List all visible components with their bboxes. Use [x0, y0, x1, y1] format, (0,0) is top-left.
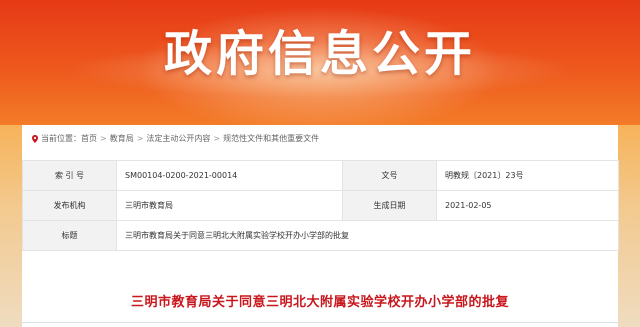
index-number-label: 索 引 号	[22, 160, 117, 191]
table-row: 索 引 号 SM00104-0200-2021-00014 文号 明教规〔202…	[22, 160, 619, 191]
document-info-table: 索 引 号 SM00104-0200-2021-00014 文号 明教规〔202…	[22, 160, 619, 251]
location-pin-icon	[32, 135, 38, 143]
content-panel: 当前位置： 首页 > 教育局 > 法定主动公开内容 > 规范性文件和其他重要文件…	[22, 125, 619, 327]
divider	[22, 322, 618, 323]
generation-date-label: 生成日期	[342, 190, 437, 221]
breadcrumb-separator: >	[213, 134, 221, 143]
breadcrumb-link-normative-documents[interactable]: 规范性文件和其他重要文件	[223, 131, 319, 147]
breadcrumb-separator: >	[136, 134, 144, 143]
table-row: 发布机构 三明市教育局 生成日期 2021-02-05	[22, 190, 619, 221]
breadcrumb-prefix: 当前位置：	[41, 134, 81, 143]
index-number-value: SM00104-0200-2021-00014	[116, 160, 343, 191]
table-row: 标题 三明市教育局关于同意三明北大附属实验学校开办小学部的批复	[22, 220, 619, 251]
breadcrumb-separator: >	[100, 134, 107, 143]
breadcrumb-link-statutory-disclosure[interactable]: 法定主动公开内容	[146, 131, 210, 147]
breadcrumb-link-education-bureau[interactable]: 教育局	[110, 131, 134, 147]
title-value: 三明市教育局关于同意三明北大附属实验学校开办小学部的批复	[116, 220, 619, 251]
document-number-label: 文号	[342, 160, 437, 191]
publisher-value: 三明市教育局	[116, 190, 343, 221]
breadcrumb-link-home[interactable]: 首页	[81, 131, 97, 147]
document-number-value: 明教规〔2021〕23号	[436, 160, 619, 191]
breadcrumb: 当前位置： 首页 > 教育局 > 法定主动公开内容 > 规范性文件和其他重要文件	[32, 131, 319, 147]
side-decoration-right	[618, 125, 640, 327]
side-decoration-left	[0, 125, 22, 327]
generation-date-value: 2021-02-05	[436, 190, 619, 221]
document-title: 三明市教育局关于同意三明北大附属实验学校开办小学部的批复	[130, 295, 509, 310]
banner-title: 政府信息公开	[163, 26, 476, 82]
publisher-label: 发布机构	[22, 190, 117, 221]
title-label: 标题	[22, 220, 117, 251]
